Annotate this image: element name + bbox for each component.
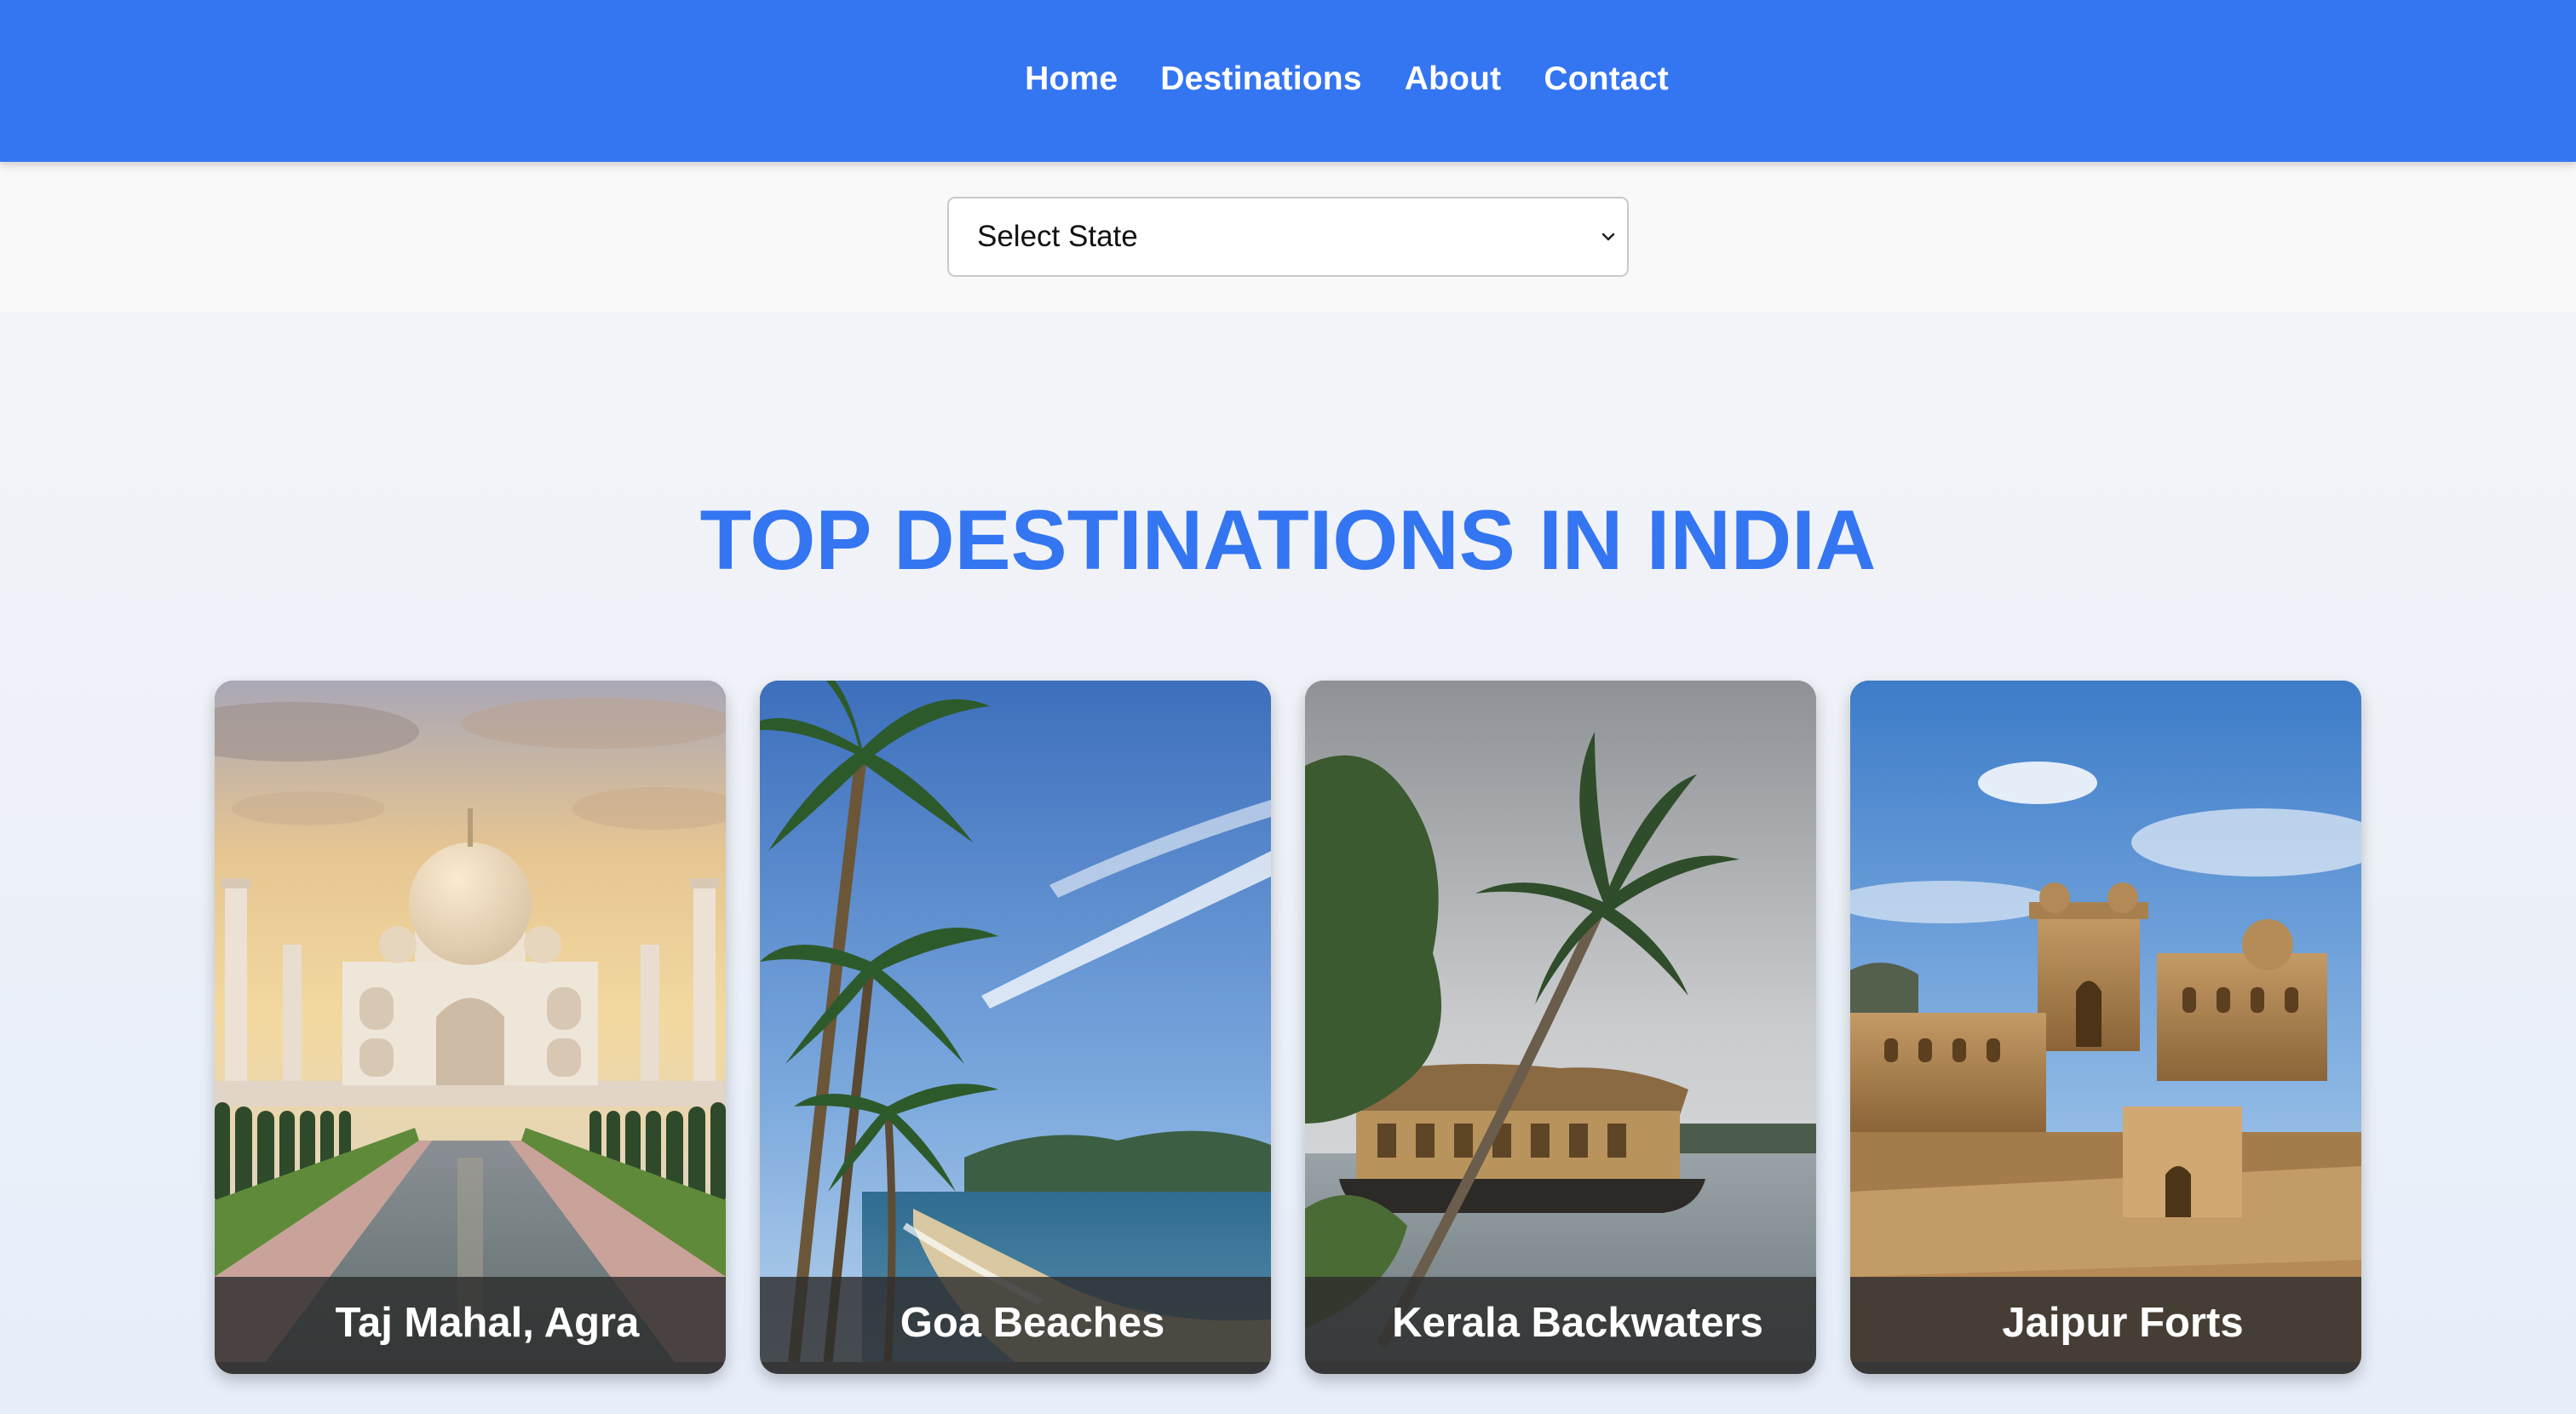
chevron-down-icon: [1601, 233, 1615, 241]
nav-menu: Home Destinations About Contact: [1025, 60, 1669, 98]
section-title: TOP DESTINATIONS IN INDIA: [699, 492, 1877, 587]
destination-name: Taj Mahal, Agra: [335, 1300, 640, 1346]
filter-bar: Select State: [0, 162, 2576, 312]
destination-card-jaipur[interactable]: Jaipur Forts: [1850, 681, 2361, 1374]
nav-item-about: About: [1405, 60, 1502, 98]
jaipur-fort-photo: [1850, 681, 2361, 1362]
nav-item-contact: Contact: [1544, 60, 1669, 98]
destination-caption: Taj Mahal, Agra: [215, 1277, 726, 1374]
destination-name: Jaipur Forts: [2002, 1300, 2244, 1346]
top-navbar: Home Destinations About Contact: [0, 0, 2576, 162]
nav-item-destinations: Destinations: [1160, 60, 1361, 98]
destination-name: Goa Beaches: [900, 1300, 1165, 1346]
destination-caption: Jaipur Forts: [1850, 1277, 2361, 1374]
taj-mahal-photo: [215, 681, 726, 1362]
destination-card-kerala[interactable]: Kerala Backwaters: [1305, 681, 1816, 1374]
destination-card-taj-mahal[interactable]: Taj Mahal, Agra: [215, 681, 726, 1374]
destination-caption: Goa Beaches: [760, 1277, 1271, 1374]
goa-beach-photo: [760, 681, 1271, 1362]
nav-link-destinations[interactable]: Destinations: [1160, 60, 1361, 97]
destination-caption: Kerala Backwaters: [1305, 1277, 1816, 1374]
state-select[interactable]: Select State: [947, 197, 1629, 277]
nav-item-home: Home: [1025, 60, 1118, 98]
state-select-value: Select State: [977, 220, 1138, 253]
destination-cards: Taj Mahal, Agra Goa Beaches Kerala Backw…: [215, 681, 2361, 1374]
nav-link-contact[interactable]: Contact: [1544, 60, 1669, 97]
destination-name: Kerala Backwaters: [1392, 1300, 1763, 1346]
nav-link-home[interactable]: Home: [1025, 60, 1118, 97]
nav-link-about[interactable]: About: [1405, 60, 1502, 97]
kerala-houseboat-photo: [1305, 681, 1816, 1362]
destination-card-goa[interactable]: Goa Beaches: [760, 681, 1271, 1374]
